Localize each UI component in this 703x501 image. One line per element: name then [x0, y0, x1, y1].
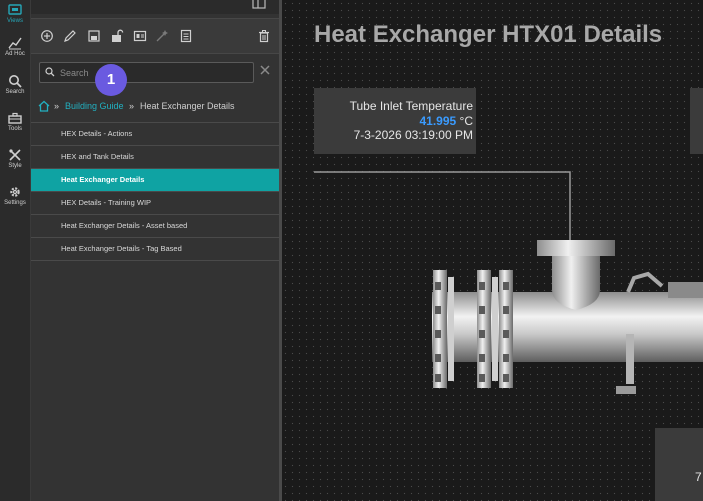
support-leg: [626, 334, 634, 384]
support-foot: [616, 386, 636, 394]
magic-wand-button[interactable]: [155, 29, 169, 43]
panel-toggle-icon[interactable]: [252, 0, 266, 10]
tube-inlet-temperature-card[interactable]: Tube Inlet Temperature 41.995 °C 7-3-202…: [314, 88, 476, 154]
unlock-icon: [112, 29, 124, 42]
save-icon: [88, 30, 100, 42]
rail-style-label: Style: [8, 163, 22, 169]
temperature-unit: °C: [459, 114, 473, 128]
add-view-button[interactable]: [40, 29, 54, 43]
view-canvas: Heat Exchanger HTX01 Details Tube Inlet …: [282, 0, 703, 501]
value-card-bottom[interactable]: 7: [655, 428, 703, 501]
views-icon: [8, 4, 22, 15]
tube-inlet-temperature-value: 41.995 °C: [419, 114, 473, 128]
rail-settings-label: Settings: [4, 200, 26, 206]
views-toolbar: [31, 18, 280, 54]
unlock-view-button[interactable]: [110, 29, 124, 43]
home-icon[interactable]: [38, 100, 50, 112]
flange: [448, 277, 454, 381]
document-button[interactable]: [179, 29, 193, 43]
delete-view-button[interactable]: [257, 29, 271, 43]
document-icon: [180, 29, 192, 43]
views-panel: 1 » Building Guide » Heat Exchanger Deta…: [31, 0, 280, 501]
nozzle-body: [552, 256, 600, 310]
value-card-bottom-text: 7: [695, 470, 702, 484]
search-box: [39, 62, 254, 83]
tube-inlet-temperature-label: Tube Inlet Temperature: [349, 99, 473, 113]
views-list: HEX Details - Actions HEX and Tank Detai…: [31, 122, 280, 261]
rail-adhoc-label: Ad Hoc: [5, 51, 25, 57]
top-pad: [668, 282, 703, 298]
rail-views[interactable]: Views: [0, 3, 30, 24]
edit-view-button[interactable]: [63, 29, 77, 43]
temperature-number: 41.995: [419, 114, 457, 128]
list-item-selected[interactable]: Heat Exchanger Details: [31, 169, 280, 192]
tube-inlet-timestamp: 7-3-2026 03:19:00 PM: [353, 128, 473, 142]
list-item[interactable]: HEX Details - Actions: [31, 123, 280, 146]
lifting-lug: [626, 271, 664, 293]
rail-adhoc[interactable]: Ad Hoc: [0, 36, 30, 57]
edit-icon: [64, 30, 76, 42]
rail-settings[interactable]: Settings: [0, 185, 30, 206]
search-icon: [9, 75, 22, 88]
step-badge: 1: [95, 64, 127, 96]
clear-search-icon[interactable]: [259, 64, 271, 76]
breadcrumb-separator: »: [54, 101, 60, 111]
rail-views-label: Views: [7, 18, 23, 24]
breadcrumb-separator: »: [129, 101, 135, 111]
trash-icon: [259, 30, 269, 43]
rail-tools-label: Tools: [7, 126, 22, 132]
list-item[interactable]: Heat Exchanger Details - Tag Based: [31, 238, 280, 261]
add-icon: [41, 30, 53, 42]
list-item[interactable]: HEX Details - Training WIP: [31, 192, 280, 215]
toolbox-icon: [8, 112, 22, 124]
list-item[interactable]: HEX and Tank Details: [31, 146, 280, 169]
properties-button[interactable]: [133, 29, 147, 43]
brush-icon: [9, 149, 21, 161]
app-rail: Views Ad Hoc Search Tools Style Settings: [0, 0, 31, 501]
magic-wand-icon: [156, 30, 168, 42]
id-card-icon: [133, 30, 147, 42]
flange: [492, 277, 498, 381]
list-item[interactable]: Heat Exchanger Details - Asset based: [31, 215, 280, 238]
rail-search-label: Search: [5, 89, 25, 95]
chart-line-icon: [8, 37, 22, 50]
rail-search[interactable]: Search: [0, 74, 30, 95]
breadcrumb-link-building-guide[interactable]: Building Guide: [65, 101, 124, 111]
heat-exchanger-graphic: [314, 171, 703, 394]
search-icon: [45, 67, 55, 77]
gear-icon: [10, 187, 20, 197]
rail-tools[interactable]: Tools: [0, 111, 30, 132]
connector-line: [314, 171, 571, 240]
page-title: Heat Exchanger HTX01 Details: [314, 21, 663, 48]
rail-style[interactable]: Style: [0, 148, 30, 169]
save-view-button[interactable]: [87, 29, 101, 43]
breadcrumb-current: Heat Exchanger Details: [140, 101, 235, 111]
value-card-right[interactable]: [690, 88, 703, 154]
search-input[interactable]: [58, 64, 252, 81]
panel-header: [31, 0, 280, 14]
nozzle-flange: [537, 240, 615, 256]
